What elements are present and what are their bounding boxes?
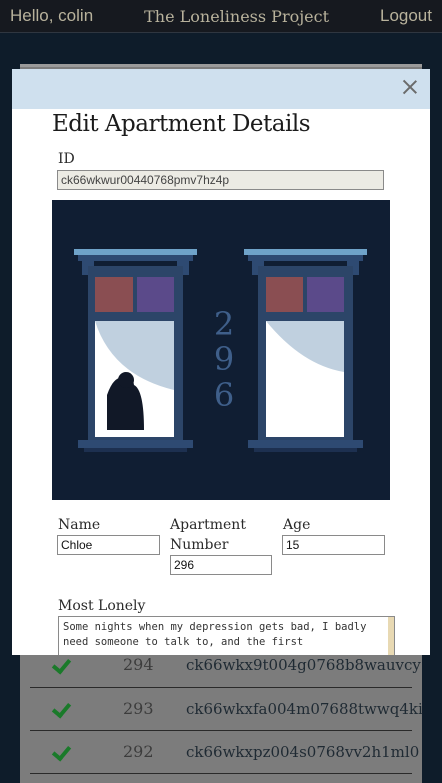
building-number-digit-2: 9 bbox=[214, 340, 234, 378]
most-lonely-label: Most Lonely bbox=[58, 598, 146, 614]
check-icon bbox=[54, 703, 74, 715]
logout-link[interactable]: Logout bbox=[380, 6, 432, 26]
check-icon bbox=[54, 659, 74, 671]
modal-header bbox=[12, 69, 430, 109]
site-title[interactable]: The Loneliness Project bbox=[144, 7, 329, 26]
row-divider bbox=[30, 773, 412, 774]
row-apartment-number: 293 bbox=[123, 699, 154, 718]
name-field[interactable] bbox=[57, 535, 160, 555]
close-icon[interactable] bbox=[400, 77, 420, 97]
building-number-digit-1: 2 bbox=[214, 305, 234, 343]
id-field[interactable] bbox=[57, 170, 384, 190]
textarea-scrollbar[interactable] bbox=[388, 617, 394, 655]
apartment-illustration: 2 9 6 bbox=[52, 200, 390, 500]
check-icon bbox=[54, 746, 74, 758]
apartment-number-field[interactable] bbox=[170, 555, 272, 575]
user-greeting: Hello, colin bbox=[10, 6, 94, 25]
table-row[interactable]: 293 ck66wkxfa004m07688twwq4ki bbox=[30, 687, 423, 729]
age-field[interactable] bbox=[282, 535, 385, 555]
most-lonely-text: Some nights when my depression gets bad,… bbox=[63, 621, 367, 648]
row-id: ck66wkxpz004s0768vv2h1ml0 bbox=[186, 742, 420, 761]
top-nav: Hello, colin The Loneliness Project Logo… bbox=[0, 0, 442, 33]
row-apartment-number: 292 bbox=[123, 742, 154, 761]
apartment-number-label-line1: Apartment bbox=[170, 517, 246, 533]
age-label: Age bbox=[283, 517, 311, 533]
building-number-digit-3: 6 bbox=[214, 376, 234, 414]
right-window bbox=[244, 249, 367, 452]
edit-apartment-modal: Edit Apartment Details ID 2 9 6 bbox=[12, 69, 430, 655]
row-apartment-number: 294 bbox=[123, 655, 154, 674]
left-window bbox=[74, 249, 197, 452]
name-label: Name bbox=[58, 517, 101, 533]
apartment-number-label: Apartment Number bbox=[170, 515, 246, 555]
table-row[interactable]: 292 ck66wkxpz004s0768vv2h1ml0 bbox=[30, 730, 419, 772]
modal-title: Edit Apartment Details bbox=[52, 111, 311, 137]
most-lonely-textarea[interactable]: Some nights when my depression gets bad,… bbox=[58, 616, 395, 655]
id-label: ID bbox=[58, 151, 75, 167]
row-id: ck66wkxfa004m07688twwq4ki bbox=[186, 699, 423, 718]
row-id: ck66wkx9t004g0768b8wauvcy bbox=[186, 655, 421, 674]
apartment-number-label-line2: Number bbox=[170, 537, 229, 553]
